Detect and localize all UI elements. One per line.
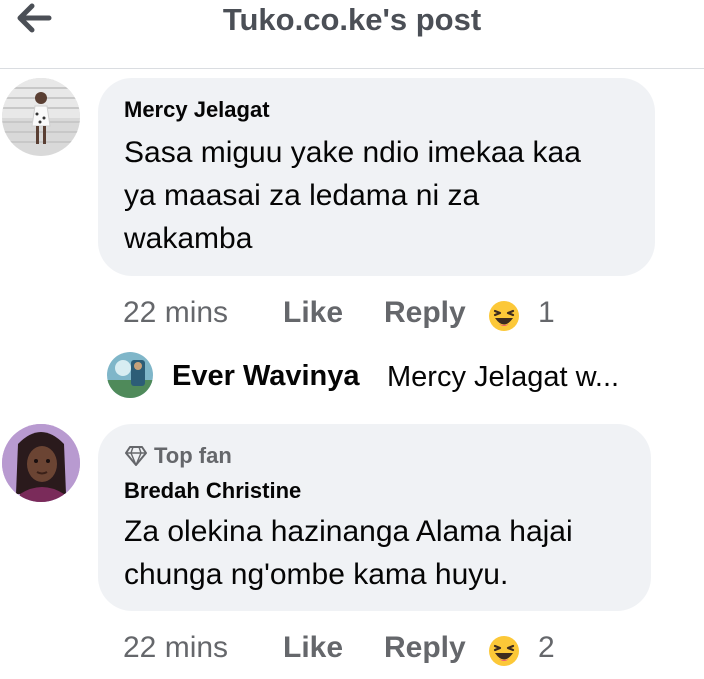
like-button[interactable]: Like bbox=[283, 296, 343, 330]
top-fan-label: Top fan bbox=[154, 443, 232, 468]
comment-text: Za olekina hazinanga Alama hajai chunga … bbox=[124, 510, 573, 596]
top-bar: Tuko.co.ke's post bbox=[0, 0, 704, 69]
comment-text-line: ya maasai za ledama ni za bbox=[124, 179, 480, 212]
like-button[interactable]: Like bbox=[283, 631, 343, 665]
comment-text-line: Za olekina hazinanga Alama hajai bbox=[124, 515, 573, 548]
comment-timestamp: 22 mins bbox=[123, 631, 229, 664]
diamond-icon bbox=[125, 446, 147, 466]
comment-bubble: Top fan Bredah Christine Za olekina hazi… bbox=[98, 424, 651, 611]
reply-snippet[interactable]: Mercy Jelagat w... bbox=[387, 361, 619, 394]
comment-text-line: Sasa miguu yake ndio imekaa kaa bbox=[124, 136, 581, 169]
comment-text-line: wakamba bbox=[124, 222, 253, 255]
laughing-emoji-icon[interactable] bbox=[488, 635, 520, 667]
comment-text-line: chunga ng'ombe kama huyu. bbox=[124, 558, 509, 591]
avatar[interactable] bbox=[2, 78, 80, 156]
comment-author[interactable]: Mercy Jelagat bbox=[124, 97, 270, 123]
laughing-emoji-icon[interactable] bbox=[488, 300, 520, 332]
reaction-count[interactable]: 2 bbox=[538, 631, 555, 665]
top-fan-badge: Top fan bbox=[124, 443, 232, 469]
comment-author[interactable]: Bredah Christine bbox=[124, 478, 301, 504]
reply-button[interactable]: Reply bbox=[384, 296, 466, 330]
comment-timestamp: 22 mins bbox=[123, 296, 229, 329]
page-title: Tuko.co.ke's post bbox=[222, 2, 482, 37]
reaction-count[interactable]: 1 bbox=[538, 296, 555, 330]
comment-bubble: Mercy Jelagat Sasa miguu yake ndio imeka… bbox=[98, 78, 655, 276]
reply-button[interactable]: Reply bbox=[384, 631, 466, 665]
avatar[interactable] bbox=[107, 352, 153, 398]
comment-text: Sasa miguu yake ndio imekaa kaa ya maasa… bbox=[124, 131, 581, 260]
reply-author[interactable]: Ever Wavinya bbox=[172, 360, 360, 393]
avatar[interactable] bbox=[2, 424, 80, 502]
